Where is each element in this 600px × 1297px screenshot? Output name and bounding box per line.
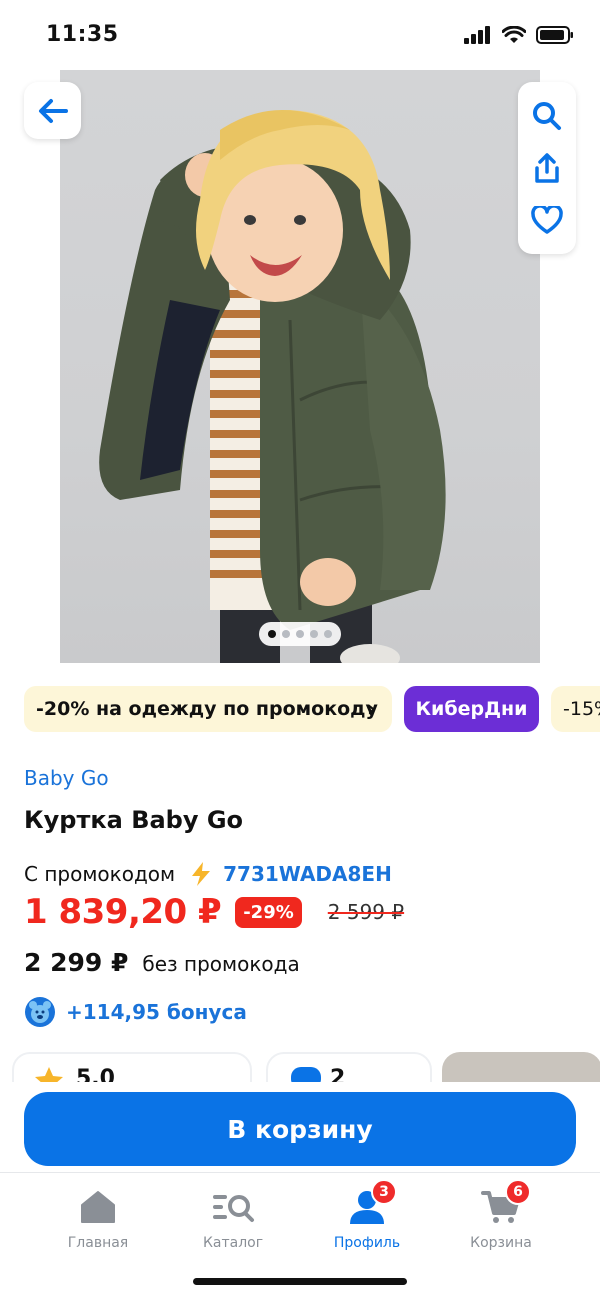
- add-to-cart-button[interactable]: В корзину: [24, 1092, 576, 1166]
- cyber-days-chip[interactable]: КиберДни: [404, 686, 539, 732]
- rating-card[interactable]: 5.0: [12, 1052, 252, 1082]
- pagination-dot[interactable]: [282, 630, 290, 638]
- pagination-dot[interactable]: [310, 630, 318, 638]
- tab-profile[interactable]: 3 Профиль: [307, 1179, 427, 1251]
- status-time: 11:35: [46, 22, 119, 47]
- promo-code-row: С промокодом 7731WADA8EH: [24, 860, 392, 888]
- promo-price: 1 839,20 ₽: [24, 892, 222, 932]
- no-promo-price-row: 2 299 ₽ без промокода: [24, 948, 300, 977]
- tab-catalog-label: Каталог: [202, 1235, 264, 1251]
- tab-home[interactable]: Главная: [38, 1185, 158, 1251]
- promo-code[interactable]: 7731WADA8EH: [223, 862, 392, 886]
- promo-label: С промокодом: [24, 862, 176, 886]
- brand-link[interactable]: Baby Go: [24, 766, 109, 790]
- search-button[interactable]: [527, 96, 567, 136]
- promo-chip-label: -20% на одежду по промокоду: [36, 698, 378, 720]
- battery-icon: [536, 26, 573, 44]
- product-image[interactable]: [60, 70, 540, 663]
- heart-icon: [531, 206, 563, 234]
- bonus-row[interactable]: +114,95 бонуса: [24, 996, 247, 1028]
- promo-chips: -20% на одежду по промокоду › КиберДни -…: [24, 686, 600, 734]
- chevron-right-icon: ›: [366, 696, 376, 722]
- product-title: Куртка Baby Go: [24, 806, 244, 834]
- tab-catalog[interactable]: Каталог: [173, 1185, 293, 1251]
- bonus-bear-icon: [25, 997, 55, 1027]
- cart-icon: 6: [479, 1179, 531, 1229]
- share-icon: [535, 153, 559, 183]
- next-promo-chip[interactable]: -15%: [551, 686, 600, 732]
- star-icon: [35, 1067, 63, 1082]
- cta-container: В корзину: [0, 1082, 600, 1172]
- tab-home-label: Главная: [67, 1235, 129, 1251]
- child-in-jacket-illustration: [99, 110, 446, 663]
- next-promo-label: -15%: [563, 698, 600, 720]
- cart-badge: 6: [505, 1179, 531, 1205]
- no-promo-label: без промокода: [142, 952, 300, 976]
- reviews-bubble-icon: [291, 1067, 321, 1082]
- reviews-card[interactable]: 2: [266, 1052, 432, 1082]
- discount-badge: -29%: [235, 896, 302, 928]
- profile-icon: 3: [345, 1179, 397, 1229]
- rating-value: 5.0: [76, 1066, 115, 1082]
- catalog-search-icon: [211, 1185, 255, 1229]
- share-button[interactable]: [527, 148, 567, 188]
- cyber-days-label: КиберДни: [415, 698, 528, 720]
- pagination-dot[interactable]: [296, 630, 304, 638]
- image-pagination[interactable]: [259, 622, 341, 646]
- pagination-dot[interactable]: [324, 630, 332, 638]
- price-row: 1 839,20 ₽ -29% 2 599 ₽: [24, 892, 404, 932]
- signal-icon: [464, 26, 490, 44]
- profile-badge: 3: [371, 1179, 397, 1205]
- product-actions: [518, 82, 576, 254]
- reviews-count: 2: [330, 1066, 346, 1082]
- lightning-icon: [192, 862, 211, 886]
- home-icon: [76, 1185, 120, 1229]
- photo-review-card[interactable]: [442, 1052, 600, 1082]
- tab-cart-label: Корзина: [470, 1235, 532, 1251]
- pagination-dot-active[interactable]: [268, 630, 276, 638]
- back-button[interactable]: [24, 82, 81, 139]
- favorite-button[interactable]: [527, 200, 567, 240]
- tab-profile-label: Профиль: [333, 1235, 401, 1251]
- old-price: 2 599 ₽: [327, 900, 405, 924]
- wifi-icon: [502, 26, 526, 43]
- status-bar: 11:35: [0, 0, 600, 70]
- tab-cart[interactable]: 6 Корзина: [441, 1179, 561, 1251]
- bonus-amount: +114,95 бонуса: [66, 1000, 247, 1024]
- home-indicator: [193, 1278, 407, 1285]
- status-icons: [464, 26, 574, 44]
- promo-chip[interactable]: -20% на одежду по промокоду ›: [24, 686, 392, 732]
- search-icon: [533, 102, 561, 130]
- info-cards: 5.0 2: [12, 1052, 600, 1082]
- back-arrow-icon: [38, 98, 68, 123]
- no-promo-price: 2 299 ₽: [24, 948, 129, 977]
